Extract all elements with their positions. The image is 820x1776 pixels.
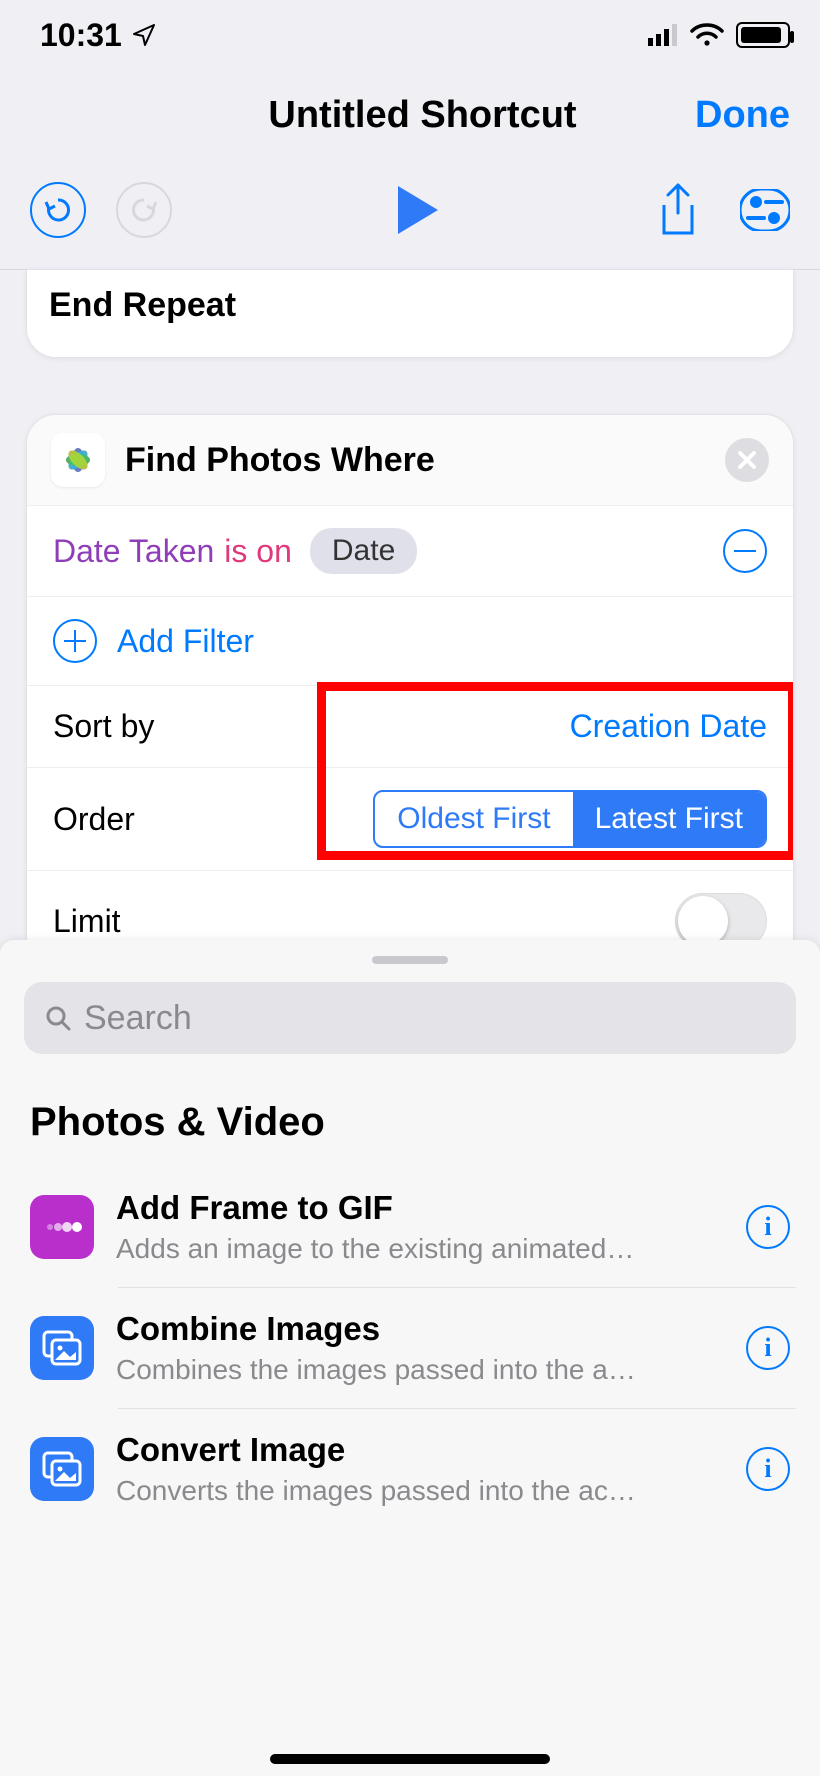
home-indicator [270, 1754, 550, 1764]
redo-icon [129, 195, 159, 225]
undo-button[interactable] [30, 182, 86, 238]
undo-icon [43, 195, 73, 225]
settings-button[interactable] [740, 189, 790, 231]
item-subtitle: Adds an image to the existing animated G… [116, 1233, 636, 1265]
item-texts: Add Frame to GIF Adds an image to the exi… [116, 1189, 724, 1265]
item-texts: Convert Image Converts the images passed … [116, 1431, 724, 1507]
order-row: Order Oldest First Latest First [27, 768, 793, 871]
item-texts: Combine Images Combines the images passed… [116, 1310, 724, 1386]
photos-app-icon [51, 433, 105, 487]
navigation-bar: Untitled Shortcut Done [0, 70, 820, 160]
action-title: Find Photos Where [125, 441, 705, 480]
sort-by-label: Sort by [53, 708, 154, 745]
order-option-latest[interactable]: Latest First [573, 792, 765, 846]
filter-operator[interactable]: is on [224, 533, 292, 570]
list-item[interactable]: Add Frame to GIF Adds an image to the exi… [24, 1167, 796, 1287]
plus-icon [53, 619, 97, 663]
item-subtitle: Combines the images passed into the acti… [116, 1354, 636, 1386]
end-repeat-label: End Repeat [27, 270, 793, 357]
filter-value-token[interactable]: Date [310, 528, 417, 574]
search-icon [44, 1004, 72, 1032]
info-button[interactable]: i [746, 1205, 790, 1249]
page-title: Untitled Shortcut [150, 94, 695, 137]
find-photos-card: Find Photos Where Date Taken is on Date … [26, 414, 794, 972]
action-icon [30, 1195, 94, 1259]
list-item[interactable]: Convert Image Converts the images passed … [24, 1409, 796, 1529]
search-placeholder: Search [84, 999, 192, 1038]
editor-toolbar [0, 160, 820, 270]
filter-row: Date Taken is on Date [27, 506, 793, 597]
action-browser-panel: Search Photos & Video Add Frame to GIFAd… [0, 940, 820, 1776]
sort-by-value[interactable]: Creation Date [570, 708, 767, 745]
remove-filter-button[interactable] [723, 529, 767, 573]
item-title: Combine Images [116, 1310, 724, 1348]
cellular-icon [648, 24, 678, 46]
action-icon [30, 1316, 94, 1380]
done-button[interactable]: Done [695, 94, 790, 137]
close-icon [736, 449, 758, 471]
end-repeat-card: End Repeat [26, 269, 794, 358]
run-button[interactable] [398, 186, 438, 234]
remove-action-button[interactable] [725, 438, 769, 482]
info-button[interactable]: i [746, 1326, 790, 1370]
action-icon [30, 1437, 94, 1501]
info-button[interactable]: i [746, 1447, 790, 1491]
actions-list: Add Frame to GIF Adds an image to the exi… [24, 1167, 796, 1529]
add-filter-row[interactable]: Add Filter [27, 597, 793, 686]
order-segmented-control[interactable]: Oldest First Latest First [373, 790, 767, 848]
order-label: Order [53, 801, 135, 838]
item-title: Add Frame to GIF [116, 1189, 724, 1227]
filter-field[interactable]: Date Taken [53, 533, 214, 570]
order-option-oldest[interactable]: Oldest First [375, 792, 572, 846]
panel-grabber[interactable] [372, 956, 448, 964]
sort-by-row: Sort by Creation Date [27, 686, 793, 768]
battery-icon [736, 22, 790, 48]
wifi-icon [690, 23, 724, 47]
minus-icon [734, 550, 756, 553]
share-button[interactable] [656, 183, 700, 237]
add-filter-label: Add Filter [117, 623, 254, 660]
status-time: 10:31 [40, 17, 122, 54]
item-title: Convert Image [116, 1431, 724, 1469]
section-title: Photos & Video [30, 1100, 790, 1145]
limit-label: Limit [53, 903, 121, 940]
redo-button[interactable] [116, 182, 172, 238]
status-bar: 10:31 [0, 0, 820, 70]
list-item[interactable]: Combine Images Combines the images passed… [24, 1288, 796, 1408]
item-subtitle: Converts the images passed into the acti… [116, 1475, 636, 1507]
location-icon [132, 23, 156, 47]
search-bar[interactable]: Search [24, 982, 796, 1054]
